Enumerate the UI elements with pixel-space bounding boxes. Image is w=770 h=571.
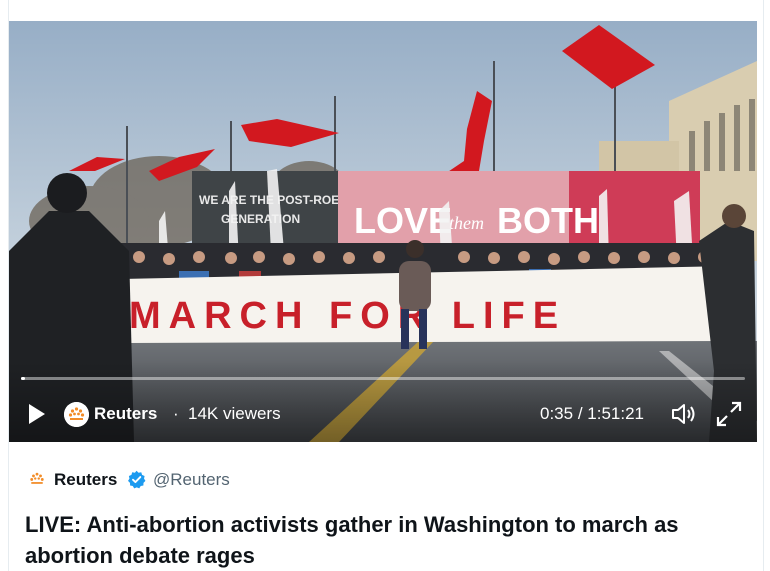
author-handle[interactable]: @Reuters: [153, 470, 230, 490]
time-display: 0:35 / 1:51:21: [540, 404, 644, 424]
video-player[interactable]: WE ARE THE POST-ROE GENERATION LOVE them…: [9, 21, 757, 442]
channel-avatar[interactable]: [64, 402, 89, 427]
author-name[interactable]: Reuters: [54, 470, 117, 490]
current-time: 0:35: [540, 404, 574, 423]
separator-dot: ·: [173, 404, 179, 423]
volume-icon: [672, 404, 695, 424]
video-controls: [9, 361, 757, 442]
svg-text:BOTH: BOTH: [497, 200, 599, 241]
viewer-count: 14K viewers: [188, 404, 281, 423]
verified-badge: [127, 470, 146, 489]
broadcast-title[interactable]: LIVE: Anti-abortion activists gather in …: [25, 509, 745, 571]
fullscreen-icon: [716, 401, 742, 427]
play-icon: [29, 404, 45, 424]
volume-button[interactable]: [670, 401, 696, 427]
verified-badge-icon: [128, 470, 146, 489]
svg-text:LOVE: LOVE: [354, 200, 452, 241]
svg-text:them: them: [449, 213, 484, 233]
channel-name[interactable]: Reuters: [94, 404, 157, 424]
fullscreen-button[interactable]: [715, 400, 743, 428]
progress-fill: [21, 377, 25, 380]
reuters-logo-icon: [26, 468, 48, 490]
play-button[interactable]: [25, 402, 49, 426]
sign-right: LOVE them BOTH: [338, 171, 700, 249]
duration: 1:51:21: [587, 404, 645, 423]
author-avatar[interactable]: [26, 468, 48, 490]
reuters-logo-icon: [64, 402, 89, 427]
progress-bar[interactable]: [21, 377, 745, 380]
banner-text: MARCH FOR LIFE: [129, 295, 566, 337]
time-separator: /: [577, 404, 583, 423]
sign-left: WE ARE THE POST-ROE GENERATION: [192, 171, 339, 243]
